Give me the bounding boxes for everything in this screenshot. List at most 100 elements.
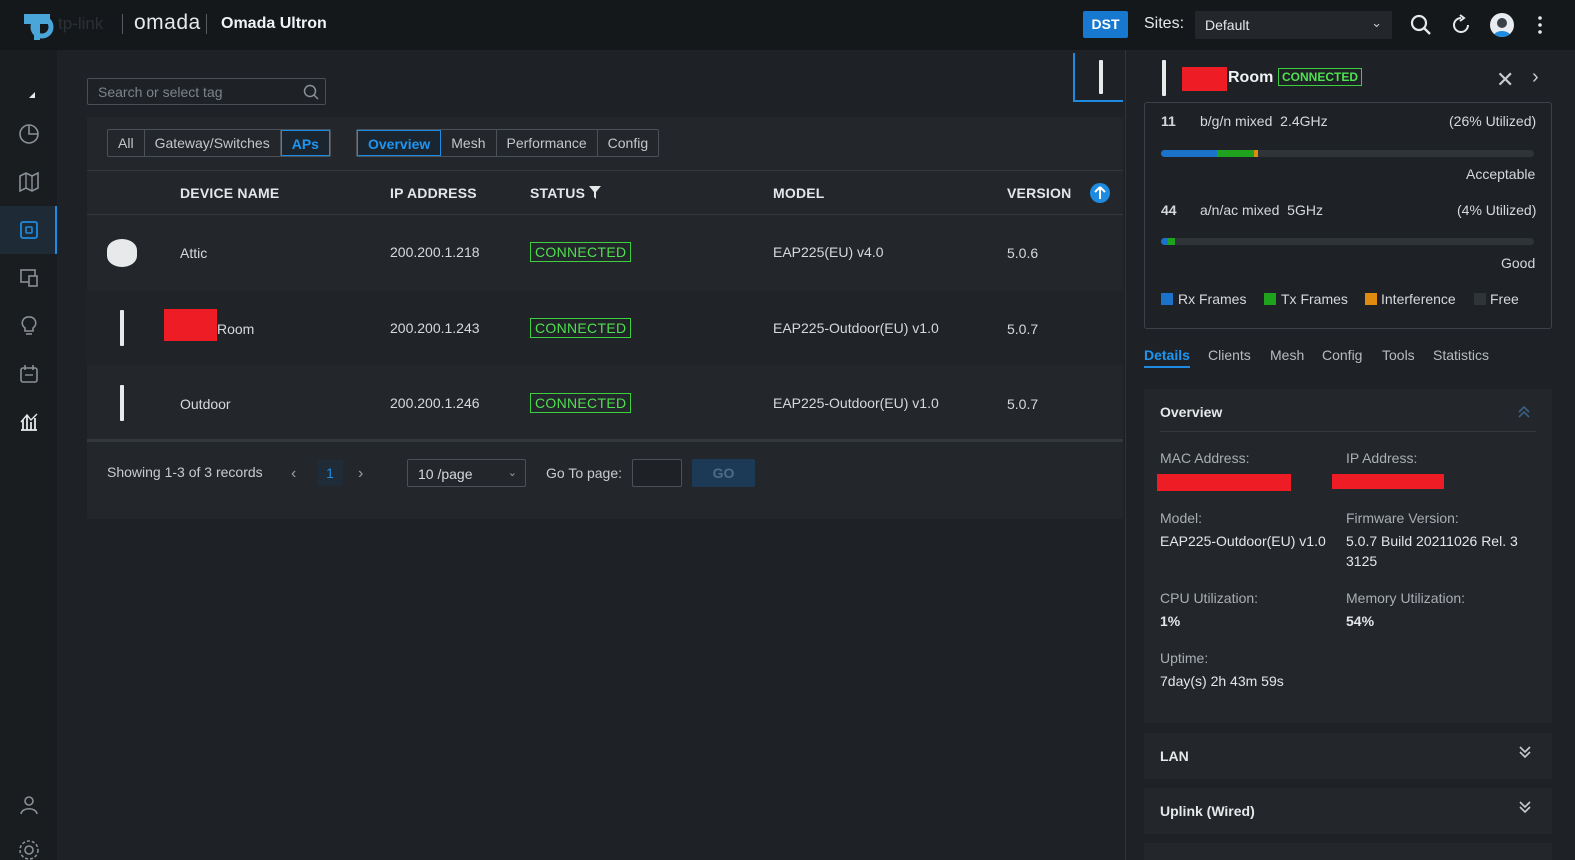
tag-search-input[interactable]: Search or select tag bbox=[87, 78, 326, 105]
table-row[interactable]: Room 200.200.1.243 CONNECTED EAP225-Outd… bbox=[87, 290, 1123, 365]
filter-aps[interactable]: APs bbox=[280, 130, 330, 156]
chevron-left-icon[interactable]: ‹ bbox=[291, 465, 296, 483]
filter-funnel-icon[interactable] bbox=[589, 186, 601, 199]
tab-mesh[interactable]: Mesh bbox=[1270, 347, 1304, 363]
radio-channel: 11 bbox=[1161, 113, 1176, 129]
goto-page-label: Go To page: bbox=[546, 465, 623, 481]
device-type-filter: All Gateway/Switches APs bbox=[107, 129, 331, 157]
tab-config[interactable]: Config bbox=[598, 130, 658, 156]
column-ip-address[interactable]: IP ADDRESS bbox=[390, 185, 477, 201]
radio-mode: b/g/n mixed 2.4GHz bbox=[1200, 113, 1328, 129]
site-select-value: Default bbox=[1205, 17, 1250, 33]
next-section[interactable] bbox=[1144, 843, 1552, 860]
model: EAP225-Outdoor(EU) v1.0 bbox=[773, 320, 939, 336]
chevron-right-icon[interactable]: › bbox=[358, 465, 363, 483]
version: 5.0.6 bbox=[1007, 245, 1039, 261]
version: 5.0.7 bbox=[1007, 396, 1039, 412]
device-name[interactable]: Attic bbox=[180, 245, 207, 261]
column-status[interactable]: STATUS bbox=[530, 185, 585, 201]
radio-utilization: (4% Utilized) bbox=[1457, 202, 1537, 218]
tp-link-logo-icon bbox=[24, 14, 54, 40]
redaction-mark bbox=[1182, 67, 1227, 91]
tab-details[interactable]: Details bbox=[1144, 347, 1190, 363]
more-vertical-icon[interactable] bbox=[1528, 13, 1552, 37]
redaction-mark bbox=[1332, 474, 1444, 489]
active-tab-indicator bbox=[1144, 366, 1190, 368]
settings-gear-icon[interactable] bbox=[17, 838, 41, 860]
clients-icon[interactable] bbox=[17, 266, 41, 290]
chevron-double-up-icon[interactable] bbox=[1517, 405, 1531, 419]
device-name[interactable]: Room bbox=[217, 321, 254, 337]
status-badge: CONNECTED bbox=[530, 242, 632, 262]
top-bar: tp-link omada Omada Ultron DST Sites: De… bbox=[0, 0, 1575, 50]
search-placeholder: Search or select tag bbox=[98, 84, 223, 100]
logs-icon[interactable] bbox=[17, 362, 41, 386]
ip-address-label: IP Address: bbox=[1346, 450, 1418, 466]
search-icon[interactable] bbox=[1409, 13, 1433, 37]
utilization-bar bbox=[1161, 150, 1534, 157]
uptime-value: 7day(s) 2h 43m 59s bbox=[1160, 673, 1284, 689]
user-icon bbox=[1493, 18, 1511, 37]
tab-clients[interactable]: Clients bbox=[1208, 347, 1251, 363]
tab-mesh[interactable]: Mesh bbox=[441, 130, 497, 156]
outdoor-ap-icon bbox=[1099, 60, 1103, 94]
site-select[interactable]: Default ⌄ bbox=[1195, 11, 1392, 39]
dst-badge: DST bbox=[1083, 11, 1128, 38]
chevron-double-down-icon bbox=[1519, 801, 1531, 814]
table-header: DEVICE NAME IP ADDRESS STATUS MODEL VERS… bbox=[87, 170, 1123, 215]
statistics-icon[interactable] bbox=[17, 410, 41, 434]
table-row[interactable]: Attic 200.200.1.218 CONNECTED EAP225(EU)… bbox=[87, 215, 1123, 290]
tab-overview[interactable]: Overview bbox=[357, 130, 442, 156]
device-name[interactable]: Outdoor bbox=[180, 396, 231, 412]
overview-title: Overview bbox=[1160, 404, 1223, 420]
model: EAP225-Outdoor(EU) v1.0 bbox=[773, 395, 939, 411]
filter-all[interactable]: All bbox=[108, 130, 145, 156]
detail-device-name: Room bbox=[1228, 69, 1274, 86]
column-version[interactable]: VERSION bbox=[1007, 185, 1071, 201]
divider bbox=[122, 14, 123, 34]
lan-section[interactable]: LAN bbox=[1144, 733, 1552, 779]
uplink-section[interactable]: Uplink (Wired) bbox=[1144, 788, 1552, 834]
refresh-icon[interactable] bbox=[1449, 13, 1473, 37]
tx-segment bbox=[1217, 150, 1254, 157]
column-model[interactable]: MODEL bbox=[773, 185, 825, 201]
version: 5.0.7 bbox=[1007, 321, 1039, 337]
redaction-mark bbox=[1157, 474, 1291, 491]
cpu-label: CPU Utilization: bbox=[1160, 590, 1259, 606]
goto-page-input[interactable] bbox=[632, 459, 682, 487]
firmware-label: Firmware Version: bbox=[1346, 510, 1459, 526]
table-row[interactable]: Outdoor 200.200.1.246 CONNECTED EAP225-O… bbox=[87, 365, 1123, 440]
column-device-name[interactable]: DEVICE NAME bbox=[180, 185, 279, 201]
filter-gateway-switches[interactable]: Gateway/Switches bbox=[145, 130, 281, 156]
uplink-section-title: Uplink (Wired) bbox=[1160, 803, 1255, 819]
close-icon[interactable]: ✕ bbox=[1496, 67, 1514, 93]
mac-address-label: MAC Address: bbox=[1160, 450, 1250, 466]
ip-address: 200.200.1.246 bbox=[390, 395, 480, 411]
account-icon[interactable] bbox=[17, 793, 41, 817]
model: EAP225(EU) v4.0 bbox=[773, 244, 884, 260]
upgrade-arrow-icon[interactable] bbox=[1090, 183, 1110, 203]
user-avatar[interactable] bbox=[1490, 13, 1514, 37]
tab-config[interactable]: Config bbox=[1322, 347, 1362, 363]
omada-logo: omada bbox=[134, 11, 201, 34]
go-button[interactable]: GO bbox=[692, 459, 755, 487]
legend-free: Free bbox=[1490, 291, 1519, 307]
tab-performance[interactable]: Performance bbox=[497, 130, 598, 156]
uptime-label: Uptime: bbox=[1160, 650, 1209, 666]
map-icon[interactable] bbox=[17, 170, 41, 194]
dashboard-icon[interactable] bbox=[17, 122, 41, 146]
tab-tools[interactable]: Tools bbox=[1382, 347, 1415, 363]
page-number-current[interactable]: 1 bbox=[317, 460, 343, 486]
radio-quality: Good bbox=[1501, 255, 1536, 271]
devices-icon[interactable] bbox=[17, 218, 41, 242]
insight-bulb-icon[interactable] bbox=[17, 314, 41, 338]
device-thumbnail-tab[interactable] bbox=[1073, 53, 1123, 102]
collapse-arrow-icon[interactable] bbox=[17, 84, 41, 108]
per-page-select[interactable]: 10 /page ⌄ bbox=[407, 459, 526, 487]
chevron-right-icon[interactable]: › bbox=[1532, 66, 1539, 89]
divider bbox=[1160, 431, 1536, 432]
status-badge: CONNECTED bbox=[1278, 68, 1363, 86]
tab-statistics[interactable]: Statistics bbox=[1433, 347, 1489, 363]
legend-tx-frames: Tx Frames bbox=[1281, 291, 1348, 307]
rx-segment bbox=[1161, 238, 1168, 245]
